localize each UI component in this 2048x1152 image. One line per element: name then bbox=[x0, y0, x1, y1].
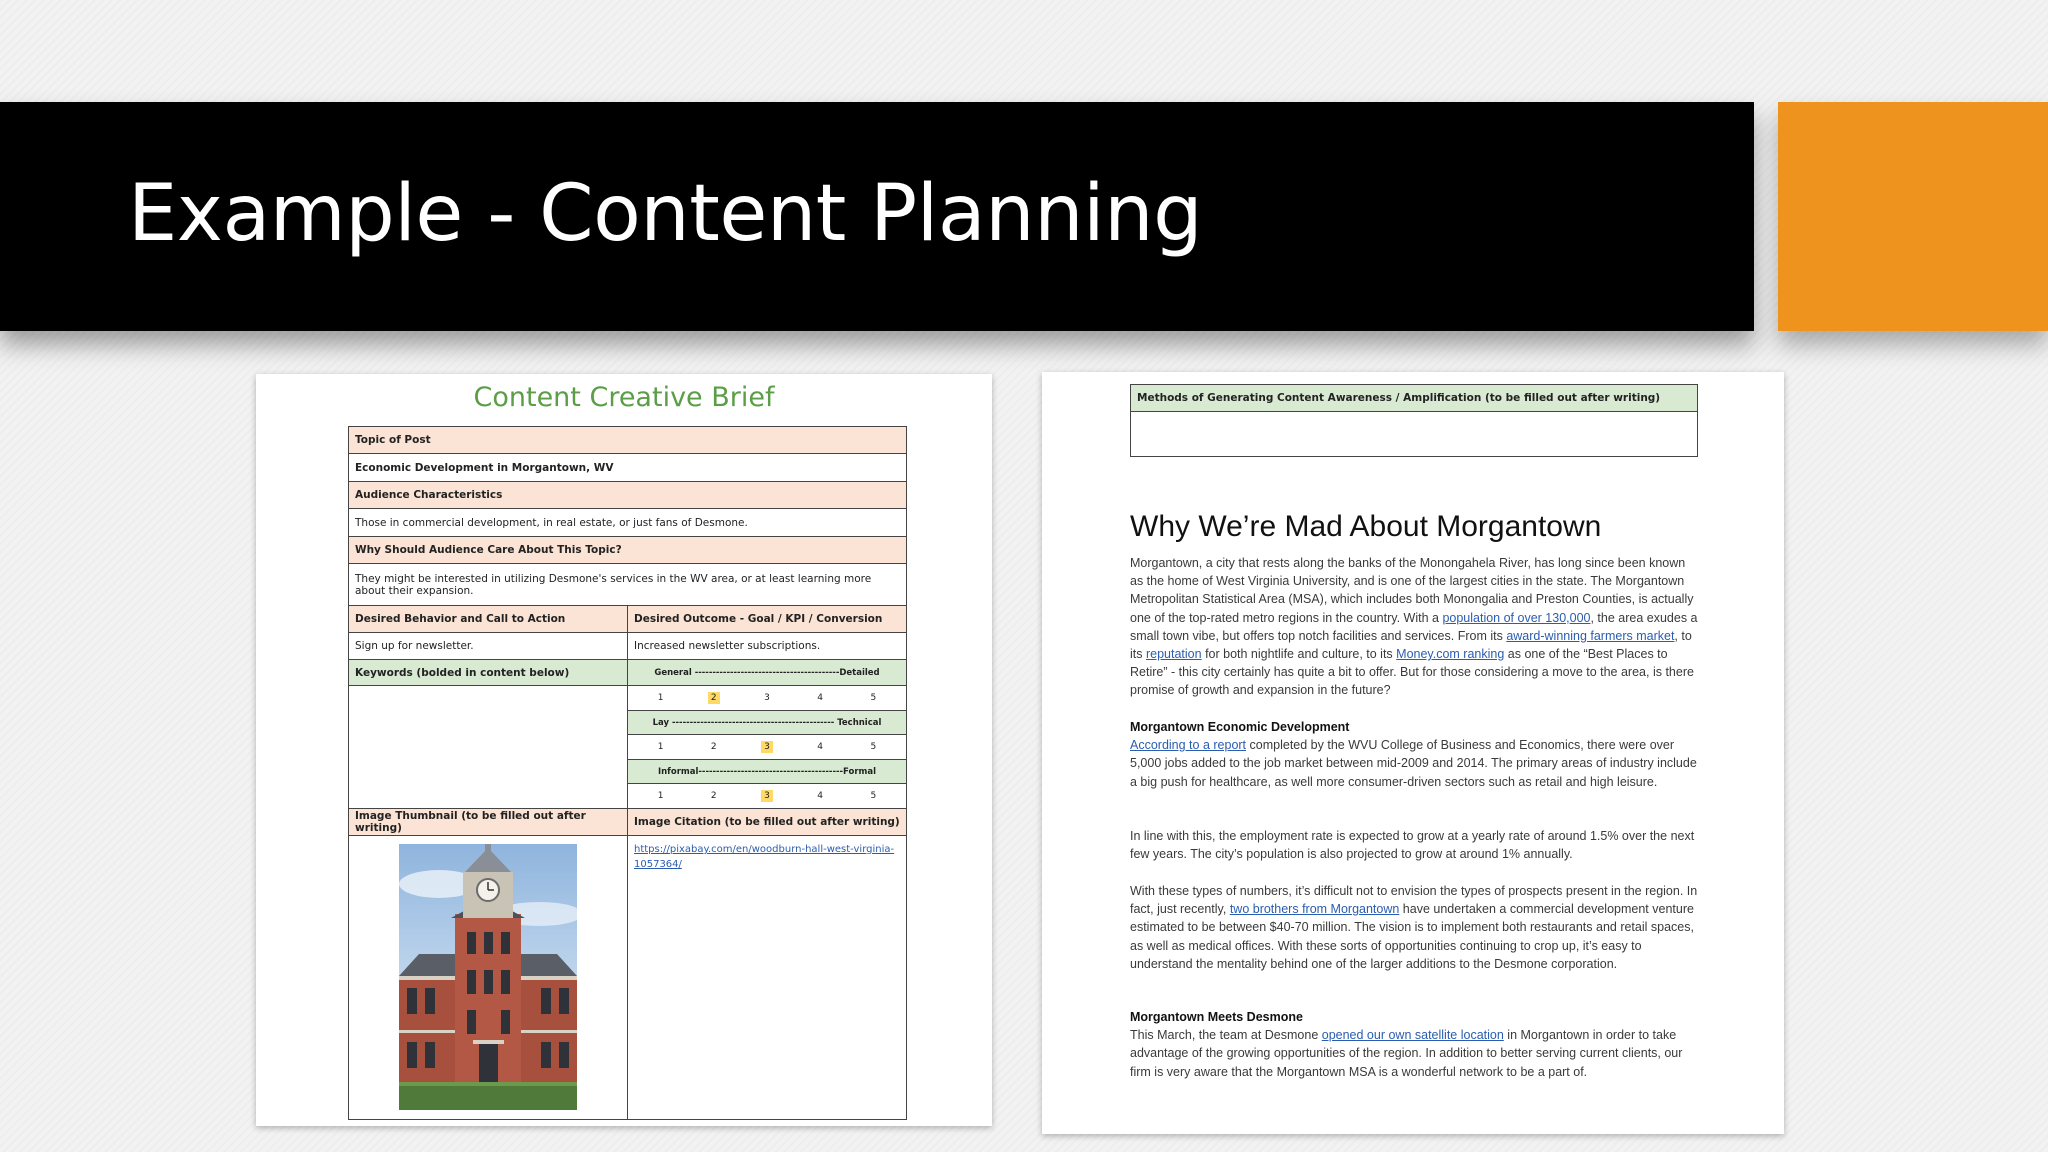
scale-2-option: 3 bbox=[761, 741, 773, 753]
scale-informal-formal-label: Informal--------------------------------… bbox=[627, 759, 907, 784]
outcome-value: Increased newsletter subscriptions. bbox=[627, 632, 907, 660]
scale-general-detailed: 1 2 3 4 5 bbox=[627, 685, 907, 711]
scale-1-option: 5 bbox=[870, 693, 877, 703]
section-heading-economic: Morgantown Economic Development bbox=[1130, 720, 1350, 734]
scale-3-option: 4 bbox=[817, 791, 824, 801]
article-page: Methods of Generating Content Awareness … bbox=[1042, 372, 1784, 1134]
scale-2-option: 4 bbox=[817, 742, 824, 752]
citation-cell: https://pixabay.com/en/woodburn-hall-wes… bbox=[627, 835, 907, 1120]
brief-table: Topic of Post Economic Development in Mo… bbox=[348, 426, 907, 1120]
scale-2-option: 5 bbox=[870, 742, 877, 752]
behavior-value: Sign up for newsletter. bbox=[348, 632, 628, 660]
satellite-location-link[interactable]: opened our own satellite location bbox=[1322, 1028, 1504, 1042]
article-paragraph-intro: Morgantown, a city that rests along the … bbox=[1130, 554, 1700, 700]
why-value: They might be interested in utilizing De… bbox=[348, 563, 907, 606]
scale-1-option: 4 bbox=[817, 693, 824, 703]
keywords-value bbox=[348, 685, 628, 809]
paragraph-text: for both nightlife and culture, to its bbox=[1201, 647, 1397, 662]
brief-title: Content Creative Brief bbox=[473, 382, 775, 413]
section-heading-desmone: Morgantown Meets Desmone bbox=[1130, 1010, 1303, 1024]
farmers-market-link[interactable]: award-winning farmers market bbox=[1506, 629, 1674, 643]
scale-1-option: 3 bbox=[764, 693, 770, 703]
paragraph-text: This March, the team at Desmone bbox=[1130, 1028, 1322, 1043]
behavior-header: Desired Behavior and Call to Action bbox=[348, 605, 628, 633]
scale-2-option: 2 bbox=[710, 742, 717, 752]
article-title: Why We’re Mad About Morgantown bbox=[1130, 510, 1602, 543]
thumbnail-header: Image Thumbnail (to be filled out after … bbox=[348, 808, 628, 836]
topic-header: Topic of Post bbox=[348, 426, 907, 454]
topic-value: Economic Development in Morgantown, WV bbox=[348, 453, 907, 482]
scale-informal-formal: 1 2 3 4 5 bbox=[627, 783, 907, 809]
audience-header: Audience Characteristics bbox=[348, 481, 907, 509]
woodburn-hall-image bbox=[399, 844, 577, 1110]
scale-3-option: 1 bbox=[657, 791, 664, 801]
accent-block bbox=[1778, 102, 2048, 331]
brothers-link[interactable]: two brothers from Morgantown bbox=[1230, 902, 1400, 916]
slide-title: Example - Content Planning bbox=[128, 169, 1203, 259]
brief-page: Content Creative Brief Topic of Post Eco… bbox=[256, 374, 992, 1126]
article-section-desmone: Morgantown Meets Desmone This March, the… bbox=[1130, 1008, 1700, 1081]
scale-general-detailed-label: General --------------------------------… bbox=[627, 659, 907, 686]
article-paragraph-employment: In line with this, the employment rate i… bbox=[1130, 829, 1695, 862]
why-header: Why Should Audience Care About This Topi… bbox=[348, 536, 907, 564]
article-section-economic: Morgantown Economic Development Accordin… bbox=[1130, 718, 1700, 791]
reputation-link[interactable]: reputation bbox=[1146, 647, 1202, 661]
report-link[interactable]: According to a report bbox=[1130, 738, 1246, 752]
scale-2-option: 1 bbox=[657, 742, 664, 752]
article-paragraph-prospects: With these types of numbers, it’s diffic… bbox=[1130, 882, 1700, 973]
scale-3-option: 2 bbox=[710, 791, 717, 801]
population-link[interactable]: population of over 130,000 bbox=[1442, 611, 1590, 625]
scale-1-option: 2 bbox=[707, 692, 720, 704]
scale-3-option: 5 bbox=[870, 791, 877, 801]
scale-lay-technical-label: Lay ------------------------------------… bbox=[627, 710, 907, 735]
scale-lay-technical: 1 2 3 4 5 bbox=[627, 734, 907, 760]
thumbnail-cell bbox=[348, 835, 628, 1120]
money-ranking-link[interactable]: Money.com ranking bbox=[1396, 647, 1504, 661]
outcome-header: Desired Outcome - Goal / KPI / Conversio… bbox=[627, 605, 907, 633]
amplification-body bbox=[1131, 412, 1697, 456]
keywords-header: Keywords (bolded in content below) bbox=[348, 659, 628, 686]
scale-3-option: 3 bbox=[761, 790, 773, 802]
audience-value: Those in commercial development, in real… bbox=[348, 508, 907, 537]
amplification-header: Methods of Generating Content Awareness … bbox=[1131, 385, 1697, 412]
citation-link[interactable]: https://pixabay.com/en/woodburn-hall-wes… bbox=[634, 842, 900, 872]
citation-header: Image Citation (to be filled out after w… bbox=[627, 808, 907, 836]
amplification-box: Methods of Generating Content Awareness … bbox=[1130, 384, 1698, 457]
scale-1-option: 1 bbox=[657, 693, 664, 703]
